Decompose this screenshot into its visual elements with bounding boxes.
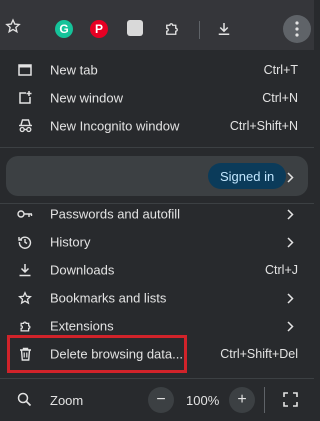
grammarly-letter: G [59,22,69,36]
profile-row[interactable]: Signed in [6,156,308,196]
new-tab-icon [17,62,33,78]
zoom-icon [17,392,32,412]
new-window-shortcut: Ctrl+N [262,91,298,105]
extensions-label: Extensions [50,318,114,334]
chevron-right-icon [285,208,295,220]
download-icon[interactable] [215,20,233,38]
new-tab-label: New tab [50,62,98,78]
incognito-icon [17,118,33,134]
chevron-right-icon [287,170,294,188]
new-window-label: New window [50,90,123,106]
zoom-separator [264,387,265,413]
passwords-label: Passwords and autofill [50,206,181,222]
delete-browsing-data-label: Delete browsing data... [50,346,183,362]
downloads-shortcut: Ctrl+J [265,263,298,277]
new-incognito-shortcut: Ctrl+Shift+N [229,119,298,133]
download-icon [17,262,33,278]
zoom-out-button[interactable]: − [148,387,174,413]
key-icon [17,206,33,222]
chevron-right-icon [285,236,295,248]
pinterest-letter: P [94,22,103,36]
toolbar-separator [199,21,200,39]
menu-item-downloads[interactable]: Downloads Ctrl+J [0,256,314,284]
menu-item-history[interactable]: History [0,228,314,256]
trash-icon [17,346,33,362]
star-icon [17,290,33,306]
new-incognito-label: New Incognito window [50,118,180,134]
zoom-level: 100% [186,393,220,408]
new-tab-shortcut: Ctrl+T [263,63,298,77]
menu-divider [0,378,314,379]
star-icon[interactable] [4,17,22,35]
chevron-right-icon [285,320,295,332]
chevron-right-icon [285,292,295,304]
menu-item-passwords-autofill[interactable]: Passwords and autofill [0,200,314,228]
menu-item-new-incognito-window[interactable]: New Incognito window Ctrl+Shift+N [0,112,314,140]
menu-item-new-tab[interactable]: New tab Ctrl+T [0,56,314,84]
signed-in-badge: Signed in [208,163,287,189]
downloads-label: Downloads [50,262,115,278]
zoom-row: Zoom − 100% + [0,385,314,415]
new-window-icon [17,90,33,106]
menu-divider [0,147,314,148]
menu-item-bookmarks-lists[interactable]: Bookmarks and lists [0,284,314,312]
grammarly-extension-icon[interactable]: G [55,20,73,38]
delete-browsing-data-shortcut: Ctrl+Shift+Del [220,347,298,361]
puzzle-icon[interactable] [163,20,181,38]
browser-toolbar: G P [0,0,314,50]
menu-item-delete-browsing-data[interactable]: Delete browsing data... Ctrl+Shift+Del [0,340,314,368]
fullscreen-icon[interactable] [283,392,298,412]
menu-item-extensions[interactable]: Extensions [0,312,314,340]
menu-item-new-window[interactable]: New window Ctrl+N [0,84,314,112]
pinterest-extension-icon[interactable]: P [90,20,108,38]
history-label: History [50,234,91,250]
puzzle-icon [17,318,33,334]
zoom-in-button[interactable]: + [229,387,255,413]
bookmarks-label: Bookmarks and lists [50,290,167,306]
history-icon [17,234,33,250]
zoom-label: Zoom [50,393,84,408]
more-vert-icon[interactable] [283,15,311,43]
extension-icon[interactable] [127,20,143,36]
